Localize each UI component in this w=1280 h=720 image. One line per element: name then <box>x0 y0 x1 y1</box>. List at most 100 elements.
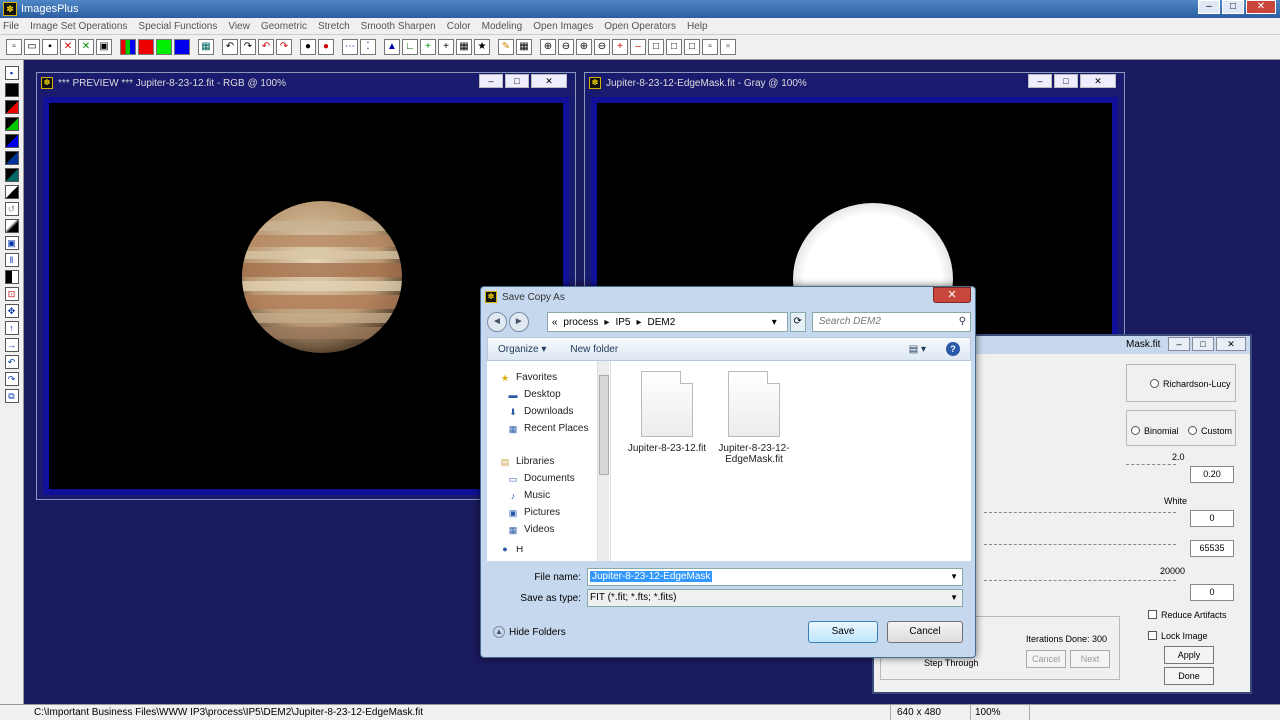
luminance-icon[interactable]: ▦ <box>198 39 214 55</box>
preview-close-button[interactable]: ✕ <box>531 74 567 88</box>
blue-channel-icon[interactable] <box>174 39 190 55</box>
iteration-next-button[interactable]: Next <box>1070 650 1110 668</box>
address-bar[interactable]: « process ▸ IP5 ▸ DEM2 ▾ <box>546 312 788 332</box>
apply-button[interactable]: Apply <box>1164 646 1214 664</box>
tool-black-icon[interactable] <box>4 83 19 97</box>
frame-icon-4[interactable]: ▫ <box>702 39 718 55</box>
forward-button[interactable]: ► <box>508 312 529 332</box>
close-image-icon[interactable]: ✕ <box>60 39 76 55</box>
tool-rotate-right-icon[interactable]: ↷ <box>4 372 19 386</box>
open-folder-icon[interactable]: ▭ <box>24 39 40 55</box>
iterations-slider[interactable] <box>984 580 1176 581</box>
nav-videos[interactable]: ▦ Videos <box>487 521 610 538</box>
menu-smooth-sharpen[interactable]: Smooth Sharpen <box>361 21 436 32</box>
breadcrumb-ip5[interactable]: IP5 <box>615 317 630 328</box>
tool-blue-icon[interactable] <box>4 134 19 148</box>
breadcrumb-dem2[interactable]: DEM2 <box>648 317 676 328</box>
menu-image-set-operations[interactable]: Image Set Operations <box>30 21 127 32</box>
dots-icon[interactable]: ⋯ <box>342 39 358 55</box>
redo-all-icon[interactable]: ↷ <box>276 39 292 55</box>
save-button[interactable]: Save <box>808 621 878 643</box>
nav-libraries[interactable]: ▤ Libraries <box>487 453 610 470</box>
points-icon[interactable]: ⁚ <box>360 39 376 55</box>
tool-zoom-region-icon[interactable]: ⊡ <box>4 287 19 301</box>
nav-pictures[interactable]: ▣ Pictures <box>487 504 610 521</box>
copy-icon[interactable]: ▣ <box>96 39 112 55</box>
table-icon[interactable]: ▦ <box>516 39 532 55</box>
menu-geometric[interactable]: Geometric <box>261 21 307 32</box>
red-channel-icon[interactable] <box>138 39 154 55</box>
organize-button[interactable]: Organize ▾ <box>498 344 546 355</box>
zoom-100-icon[interactable]: ⊖ <box>594 39 610 55</box>
tool-corner-icon[interactable] <box>4 185 19 199</box>
menu-open-images[interactable]: Open Images <box>533 21 593 32</box>
histogram-icon[interactable]: ▲ <box>384 39 400 55</box>
tool-rotate-icon[interactable]: ↺ <box>4 202 19 216</box>
panel-close-button[interactable]: ✕ <box>1216 337 1246 351</box>
nav-recent-places[interactable]: ▦ Recent Places <box>487 420 610 437</box>
done-button[interactable]: Done <box>1164 667 1214 685</box>
maximize-button[interactable]: □ <box>1222 0 1244 14</box>
menu-stretch[interactable]: Stretch <box>318 21 350 32</box>
crosshair-icon[interactable]: + <box>438 39 454 55</box>
menu-help[interactable]: Help <box>687 21 708 32</box>
stop-icon[interactable]: ● <box>318 39 334 55</box>
tool-bars-icon[interactable]: ‖ <box>4 253 19 267</box>
mask-maximize-button[interactable]: □ <box>1054 74 1078 88</box>
zoom-in-icon[interactable]: ⊕ <box>540 39 556 55</box>
stars-icon[interactable]: ★ <box>474 39 490 55</box>
tool-flip-icon[interactable]: ⧉ <box>4 389 19 403</box>
panel-maximize-button[interactable]: □ <box>1192 337 1214 351</box>
nav-documents[interactable]: ▭ Documents <box>487 470 610 487</box>
undo-all-icon[interactable]: ↶ <box>258 39 274 55</box>
radius-input[interactable]: 0.20 <box>1190 466 1234 483</box>
save-type-dropdown-icon[interactable]: ▼ <box>950 590 958 606</box>
file-name-dropdown-icon[interactable]: ▼ <box>950 569 958 585</box>
nav-homegroup[interactable]: ● H <box>487 546 610 552</box>
nav-music[interactable]: ♪ Music <box>487 487 610 504</box>
enlarge-icon[interactable]: + <box>612 39 628 55</box>
tool-move-icon[interactable]: ✥ <box>4 304 19 318</box>
breadcrumb-overflow[interactable]: « <box>552 317 558 328</box>
breadcrumb-process[interactable]: process <box>563 317 598 328</box>
zoom-out-icon[interactable]: ⊖ <box>558 39 574 55</box>
menu-open-operators[interactable]: Open Operators <box>604 21 676 32</box>
menu-file[interactable]: File <box>3 21 19 32</box>
preview-maximize-button[interactable]: □ <box>505 74 529 88</box>
back-button[interactable]: ◄ <box>487 312 507 332</box>
undo-icon[interactable]: ↶ <box>222 39 238 55</box>
zoom-fit-icon[interactable]: ⊕ <box>576 39 592 55</box>
preview-minimize-button[interactable]: – <box>479 74 503 88</box>
tool-teal-icon[interactable] <box>4 168 19 182</box>
custom-radio[interactable]: Custom <box>1188 426 1232 436</box>
cancel-button[interactable]: Cancel <box>887 621 963 643</box>
help-icon[interactable]: ? <box>946 342 960 356</box>
nav-desktop[interactable]: ▬ Desktop <box>487 386 610 403</box>
max-slider[interactable] <box>984 544 1176 545</box>
step-through-checkbox[interactable]: Step Through <box>924 658 978 668</box>
tool-half-icon[interactable] <box>4 270 19 284</box>
save-icon[interactable]: ▪ <box>42 39 58 55</box>
panel-minimize-button[interactable]: – <box>1168 337 1190 351</box>
rgb-channels-icon[interactable] <box>120 39 136 55</box>
reduce-artifacts-checkbox[interactable]: Reduce Artifacts <box>1148 610 1227 620</box>
frame-icon-3[interactable]: □ <box>684 39 700 55</box>
close-all-icon[interactable]: ✕ <box>78 39 94 55</box>
address-dropdown-icon[interactable]: ▾ <box>772 317 777 328</box>
tool-up-icon[interactable]: ↑ <box>4 321 19 335</box>
file-item[interactable]: Jupiter-8-23-12-EdgeMask.fit <box>712 371 796 465</box>
menu-view[interactable]: View <box>228 21 250 32</box>
tool-save-icon[interactable]: ▪ <box>4 66 19 80</box>
lock-image-checkbox[interactable]: Lock Image <box>1148 631 1208 641</box>
hide-folders-button[interactable]: ▲ Hide Folders <box>493 626 566 638</box>
redo-icon[interactable]: ↷ <box>240 39 256 55</box>
file-name-input[interactable]: Jupiter-8-23-12-EdgeMask ▼ <box>587 568 963 586</box>
mask-minimize-button[interactable]: – <box>1028 74 1052 88</box>
tool-select-icon[interactable]: ▣ <box>4 236 19 250</box>
close-button[interactable]: ✕ <box>1246 0 1276 14</box>
iteration-cancel-button[interactable]: Cancel <box>1026 650 1066 668</box>
nav-scrollbar-thumb[interactable] <box>599 375 609 475</box>
white-input[interactable]: 0 <box>1190 510 1234 527</box>
tool-green-icon[interactable] <box>4 117 19 131</box>
search-input[interactable]: Search DEM2 ⚲ <box>811 312 972 332</box>
